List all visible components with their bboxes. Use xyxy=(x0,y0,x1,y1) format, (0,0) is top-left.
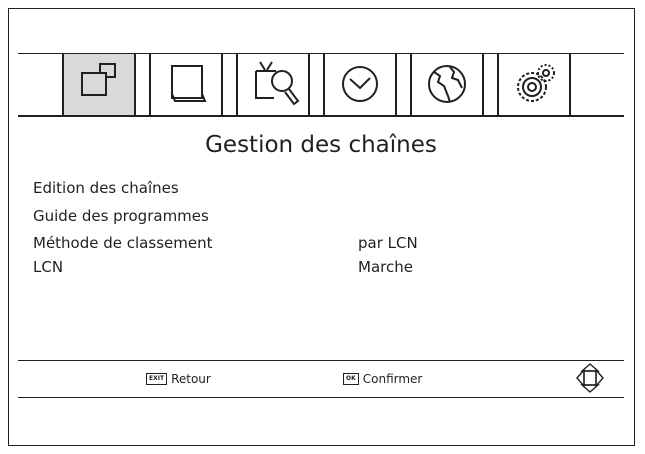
tab-globe[interactable] xyxy=(410,54,484,116)
clock-icon xyxy=(342,66,378,102)
navigation-arrows-icon xyxy=(575,362,605,394)
exit-key-icon: EXIT xyxy=(146,373,168,385)
tab-clock[interactable] xyxy=(323,54,397,116)
confirm-hint[interactable]: OK Confirmer xyxy=(343,371,422,387)
picture-icon xyxy=(171,65,207,102)
tv-search-icon xyxy=(255,61,300,106)
page-title: Gestion des chaînes xyxy=(205,132,437,158)
menu-item-program-guide[interactable]: Guide des programmes xyxy=(33,205,363,227)
menu-item-lcn[interactable]: LCN xyxy=(33,256,363,278)
footer-divider xyxy=(18,360,624,361)
menu-item-label: Guide des programmes xyxy=(33,207,209,225)
lcn-value[interactable]: Marche xyxy=(358,256,558,278)
back-hint[interactable]: EXIT Retour xyxy=(146,371,211,387)
ok-key-icon: OK xyxy=(343,373,359,385)
menu-item-label: LCN xyxy=(33,258,64,276)
globe-icon xyxy=(428,65,466,103)
settings-gear-icon xyxy=(517,64,555,102)
tab-picture[interactable] xyxy=(149,54,223,116)
tab-bar-divider xyxy=(18,115,624,117)
menu-item-label: Méthode de classement xyxy=(33,234,213,252)
channels-icon xyxy=(81,63,116,96)
menu-item-label: Edition des chaînes xyxy=(33,179,179,197)
menu-item-channel-edit[interactable]: Edition des chaînes xyxy=(33,177,363,199)
tab-settings[interactable] xyxy=(497,54,571,116)
confirm-label: Confirmer xyxy=(362,372,423,386)
menu-item-sort-method[interactable]: Méthode de classement xyxy=(33,232,363,254)
tab-tv-search[interactable] xyxy=(236,54,310,116)
sort-method-value[interactable]: par LCN xyxy=(358,232,558,254)
channel-management-menu: Gestion des chaînes Edition des chaînes … xyxy=(18,53,624,398)
tab-channels[interactable] xyxy=(62,54,136,116)
back-label: Retour xyxy=(171,372,211,386)
